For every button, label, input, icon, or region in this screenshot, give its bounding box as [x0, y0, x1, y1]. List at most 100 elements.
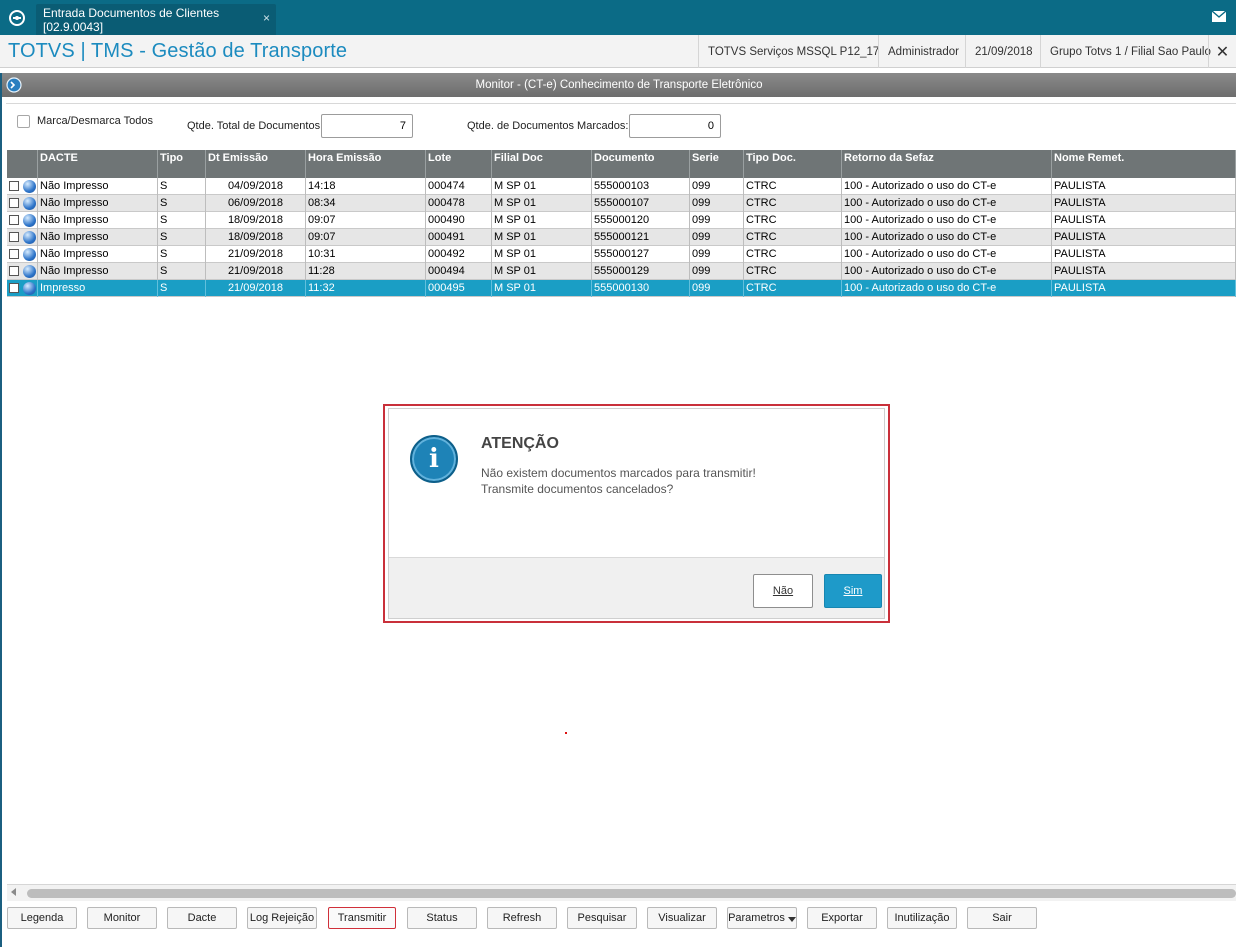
- toolbar-button[interactable]: Exportar: [807, 907, 877, 929]
- grid-header-col[interactable]: Serie: [690, 150, 744, 178]
- toolbar-button-label: Monitor: [103, 912, 141, 924]
- table-cell: 099: [690, 178, 744, 195]
- close-icon[interactable]: ✕: [1208, 35, 1236, 68]
- table-cell: 21/09/2018: [206, 263, 306, 280]
- toolbar-button[interactable]: Status: [407, 907, 477, 929]
- toolbar-button-label: Legenda: [20, 912, 64, 924]
- tab-close-icon[interactable]: ×: [263, 11, 270, 25]
- table-row[interactable]: Não Impresso S 21/09/2018 11:28 000494 M SP 0…: [7, 263, 1236, 280]
- table-cell: CTRC: [744, 229, 842, 246]
- toolbar-button[interactable]: Transmitir: [328, 907, 396, 929]
- dialog-footer: Não Sim: [389, 557, 884, 618]
- toolbar-button[interactable]: Refresh: [487, 907, 557, 929]
- row-select-cell: [7, 178, 38, 195]
- table-row[interactable]: Não Impresso S 21/09/2018 10:31 000492 M SP 0…: [7, 246, 1236, 263]
- table-cell: 11:32: [306, 280, 426, 297]
- table-cell: PAULISTA: [1052, 229, 1236, 246]
- grid-header-col[interactable]: Documento: [592, 150, 690, 178]
- table-cell: 555000129: [592, 263, 690, 280]
- status-ball-icon: [23, 180, 36, 193]
- totvs-logo-icon[interactable]: [6, 7, 28, 29]
- toolbar-button[interactable]: Visualizar: [647, 907, 717, 929]
- row-checkbox[interactable]: [9, 266, 19, 276]
- row-checkbox[interactable]: [9, 283, 19, 293]
- toolbar-button[interactable]: Sair: [967, 907, 1037, 929]
- toolbar-button[interactable]: Inutilização: [887, 907, 957, 929]
- scroll-thumb[interactable]: [27, 889, 1236, 898]
- table-cell: 18/09/2018: [206, 229, 306, 246]
- table-cell: 09:07: [306, 229, 426, 246]
- table-cell: 18/09/2018: [206, 212, 306, 229]
- table-row[interactable]: Não Impresso S 18/09/2018 09:07 000490 M SP 0…: [7, 212, 1236, 229]
- table-row[interactable]: Não Impresso S 04/09/2018 14:18 000474 M SP 0…: [7, 178, 1236, 195]
- table-cell: S: [158, 246, 206, 263]
- row-select-cell: [7, 195, 38, 212]
- toolbar-button[interactable]: Legenda: [7, 907, 77, 929]
- grid-header-col[interactable]: Nome Remet.: [1052, 150, 1236, 178]
- toolbar-button[interactable]: Parametros: [727, 907, 797, 929]
- status-ball-icon: [23, 265, 36, 278]
- marked-docs-field[interactable]: 0: [629, 114, 721, 138]
- grid-header-col[interactable]: Dt Emissão: [206, 150, 306, 178]
- mail-icon[interactable]: [1212, 11, 1226, 22]
- row-checkbox[interactable]: [9, 232, 19, 242]
- row-checkbox[interactable]: [9, 198, 19, 208]
- table-cell: 100 - Autorizado o uso do CT-e: [842, 263, 1052, 280]
- table-cell: CTRC: [744, 246, 842, 263]
- grid-header-col[interactable]: Lote: [426, 150, 492, 178]
- stray-dot: [565, 732, 567, 734]
- app-header: TOTVS | TMS - Gestão de Transporte TOTVS…: [0, 35, 1236, 68]
- grid-header-col[interactable]: DACTE: [38, 150, 158, 178]
- status-ball-icon: [23, 248, 36, 261]
- table-cell: 099: [690, 212, 744, 229]
- table-cell: S: [158, 212, 206, 229]
- toolbar-button[interactable]: Dacte: [167, 907, 237, 929]
- grid-header-col[interactable]: Retorno da Sefaz: [842, 150, 1052, 178]
- table-cell: 099: [690, 229, 744, 246]
- yes-button[interactable]: Sim: [824, 574, 882, 608]
- table-cell: 100 - Autorizado o uso do CT-e: [842, 195, 1052, 212]
- table-cell: PAULISTA: [1052, 280, 1236, 297]
- toolbar-button-label: Status: [426, 912, 458, 924]
- toolbar-button-label: Pesquisar: [577, 912, 627, 924]
- tab-entrada-documentos[interactable]: Entrada Documentos de Clientes [02.9.004…: [36, 4, 276, 35]
- table-cell: 099: [690, 246, 744, 263]
- total-docs-field[interactable]: 7: [321, 114, 413, 138]
- toolbar-button-label: Exportar: [821, 912, 863, 924]
- table-row[interactable]: Não Impresso S 06/09/2018 08:34 000478 M SP 0…: [7, 195, 1236, 212]
- row-checkbox[interactable]: [9, 215, 19, 225]
- table-cell: 000491: [426, 229, 492, 246]
- table-cell: 06/09/2018: [206, 195, 306, 212]
- no-button[interactable]: Não: [753, 574, 813, 608]
- toolbar-button-label: Visualizar: [658, 912, 706, 924]
- table-cell: 100 - Autorizado o uso do CT-e: [842, 178, 1052, 195]
- row-checkbox[interactable]: [9, 249, 19, 259]
- row-checkbox[interactable]: [9, 181, 19, 191]
- table-cell: M SP 01: [492, 280, 592, 297]
- grid-header-col[interactable]: Filial Doc: [492, 150, 592, 178]
- grid-body: Não Impresso S 04/09/2018 14:18 000474 M SP 0…: [7, 178, 1236, 297]
- toolbar-button[interactable]: Monitor: [87, 907, 157, 929]
- grid-header-col[interactable]: Hora Emissão: [306, 150, 426, 178]
- table-row[interactable]: Não Impresso S 18/09/2018 09:07 000491 M SP 0…: [7, 229, 1236, 246]
- row-select-cell: [7, 263, 38, 280]
- scroll-left-icon[interactable]: [11, 888, 16, 896]
- status-ball-icon: [23, 214, 36, 227]
- table-cell: M SP 01: [492, 263, 592, 280]
- horizontal-scrollbar[interactable]: [7, 884, 1236, 901]
- toolbar-button-label: Parametros: [728, 912, 785, 924]
- table-cell: 555000130: [592, 280, 690, 297]
- window-title-bar: Monitor - (CT-e) Conhecimento de Transpo…: [2, 73, 1236, 97]
- toolbar-button[interactable]: Pesquisar: [567, 907, 637, 929]
- top-bar: Entrada Documentos de Clientes [02.9.004…: [0, 0, 1236, 35]
- grid-header-col[interactable]: Tipo Doc.: [744, 150, 842, 178]
- mark-all-checkbox[interactable]: [17, 115, 30, 128]
- toolbar-button-label: Sair: [992, 912, 1012, 924]
- table-row[interactable]: Impresso S 21/09/2018 11:32 000495 M SP 01 555…: [7, 280, 1236, 297]
- toolbar-button[interactable]: Log Rejeição: [247, 907, 317, 929]
- table-cell: 099: [690, 263, 744, 280]
- table-cell: 11:28: [306, 263, 426, 280]
- grid-header-col[interactable]: Tipo: [158, 150, 206, 178]
- table-cell: 555000103: [592, 178, 690, 195]
- dialog-title: ATENÇÃO: [481, 435, 559, 452]
